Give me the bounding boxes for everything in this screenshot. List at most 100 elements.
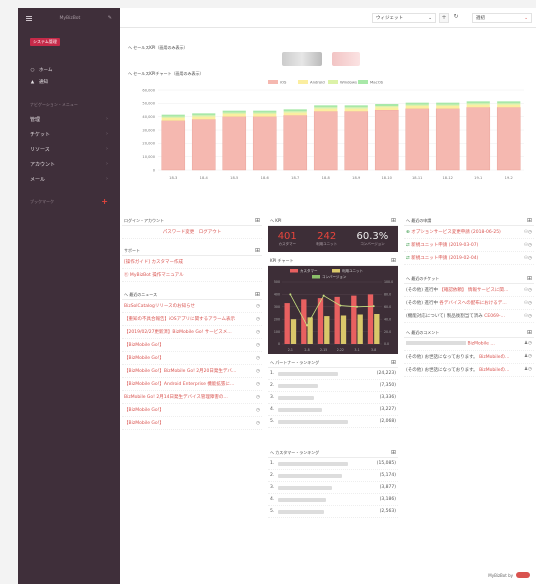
support-link[interactable]: [操作ガイド] カスタマー作成 <box>122 256 262 269</box>
chart-bar[interactable] <box>497 103 521 105</box>
chart-bar[interactable] <box>192 115 216 117</box>
request-item[interactable]: ⇄ 新規ユニット申請 (2019-02-04) ⚇◷ <box>404 252 534 265</box>
pin-icon[interactable]: ✎ <box>108 15 112 21</box>
grid-icon[interactable]: ⊞ <box>255 217 260 224</box>
chart-bar[interactable] <box>344 108 368 112</box>
ranking-row[interactable]: 1. (15,085) <box>268 458 398 470</box>
comment-item[interactable]: (その他) お世話になっております。 BizMobileの… ♟◷ <box>404 364 534 377</box>
ranking-row[interactable]: 5. (2,563) <box>268 506 398 518</box>
chart-bar[interactable] <box>313 111 338 171</box>
chart-bar[interactable] <box>466 103 490 105</box>
account-links[interactable]: パスワード変更 ログアウト <box>122 226 262 239</box>
conversion-point[interactable] <box>356 305 358 308</box>
chart-bar[interactable] <box>284 303 290 344</box>
ranking-row[interactable]: 1. (24,223) <box>268 368 398 380</box>
refresh-icon[interactable]: ↻ <box>451 13 461 23</box>
sidebar-item-resources[interactable]: リソース › <box>18 142 120 157</box>
chart-bar[interactable] <box>405 108 430 171</box>
ticket-item[interactable]: (その他) 進行中 【確認依頼】 情報サービスに関… ⚇◷ <box>404 284 534 297</box>
news-item[interactable]: 【BizMobile Go!】BizMobile Go! 2月20日発生デバ… ◷ <box>122 365 262 378</box>
chart-bar[interactable] <box>222 110 246 113</box>
chart-bar[interactable] <box>161 120 186 171</box>
chart-bar[interactable] <box>192 116 216 120</box>
chart-bar[interactable] <box>161 116 185 118</box>
chart-bar[interactable] <box>375 107 399 110</box>
chart-bar[interactable] <box>324 316 330 344</box>
sidebar-item-accounts[interactable]: アカウント › <box>18 157 120 172</box>
grid-icon[interactable]: ⊞ <box>527 217 532 224</box>
chart-bar[interactable] <box>466 101 490 104</box>
support-link[interactable]: ⑪ MyBizBot 操作マニュアル <box>122 269 262 282</box>
chart-bar[interactable] <box>405 104 429 106</box>
chart-bar[interactable] <box>497 104 521 108</box>
grid-icon[interactable]: ⊞ <box>527 329 532 336</box>
grid-icon[interactable]: ⊞ <box>391 257 396 264</box>
chart-bar[interactable] <box>290 319 297 344</box>
sales-kpi-title[interactable]: へ セールスKPI（画用のみ表示） <box>120 45 188 51</box>
news-item[interactable]: 【BizMobile Go!】Android Enterprise 機能拡張に…… <box>122 378 262 391</box>
request-item[interactable]: ⊕ オプションサービス変更申請 (2018-06-25) ⚇◷ <box>404 226 534 239</box>
chart-bar[interactable] <box>192 113 216 116</box>
conversion-point[interactable] <box>289 293 292 296</box>
conversion-point[interactable] <box>372 305 375 308</box>
sidebar-item-tickets[interactable]: チケット › <box>18 127 120 142</box>
system-admin-badge[interactable]: システム管理 <box>30 38 60 46</box>
news-item[interactable]: 【重知の不具合報告】iOSアプリに関するアラーム表示 ◷ <box>122 313 262 326</box>
chart-bar[interactable] <box>374 109 399 171</box>
chart-bar[interactable] <box>344 107 368 109</box>
chart-bar[interactable] <box>301 299 307 344</box>
chart-bar[interactable] <box>253 110 277 113</box>
sales-kpi-chart-title[interactable]: へ セールスKPIチャート（画用のみ表示） <box>120 71 203 77</box>
grid-icon[interactable]: ⊞ <box>255 291 260 298</box>
grid-icon[interactable]: ⊞ <box>391 359 396 366</box>
grid-icon[interactable]: ⊞ <box>391 217 396 224</box>
comment-item[interactable]: BizMobile … ♟◷ <box>404 338 534 351</box>
news-item[interactable]: BizMobile Go! 2月14日発生デバイス管理障害の… ◷ <box>122 391 262 404</box>
comment-item[interactable]: (その他) お世話になっております。 BizMobileの… ♟◷ <box>404 351 534 364</box>
news-item[interactable]: 【BizMobile Go!】 ◷ <box>122 339 262 352</box>
chart-bar[interactable] <box>253 114 277 117</box>
chart-bar[interactable] <box>283 112 307 116</box>
chart-bar[interactable] <box>314 108 338 112</box>
chart-bar[interactable] <box>222 112 246 114</box>
grid-icon[interactable]: ⊞ <box>527 275 532 282</box>
news-item[interactable]: BizSolCatalogリリースのお知らせ ◷ <box>122 300 262 313</box>
chart-bar[interactable] <box>375 106 399 108</box>
ranking-row[interactable]: 5. (2,068) <box>268 416 398 428</box>
ticket-item[interactable]: (その他) 進行中 各デバイスへの配布におけるデ… ⚇◷ <box>404 297 534 310</box>
chart-bar[interactable] <box>222 114 246 117</box>
chart-bar[interactable] <box>340 315 347 344</box>
chart-bar[interactable] <box>344 111 369 171</box>
chart-bar[interactable] <box>497 101 521 104</box>
chart-bar[interactable] <box>374 313 380 344</box>
chart-bar[interactable] <box>466 107 491 171</box>
ranking-row[interactable]: 2. (5,174) <box>268 470 398 482</box>
chart-bar[interactable] <box>314 105 338 108</box>
ranking-row[interactable]: 3. (3,336) <box>268 392 398 404</box>
widget-select[interactable]: ウィジェット ⌄ <box>372 13 436 23</box>
sidebar-item-mail[interactable]: メール › <box>18 172 120 187</box>
request-item[interactable]: ⇄ 新規ユニット申請 (2019-03-07) ⚇◷ <box>404 239 534 252</box>
chart-bar[interactable] <box>436 106 460 109</box>
period-select[interactable]: 週初 ⌄ <box>472 13 532 23</box>
chart-bar[interactable] <box>496 107 521 171</box>
chart-bar[interactable] <box>191 119 216 171</box>
sidebar-item-notifications[interactable]: ▲ 通知 <box>18 76 120 88</box>
sidebar-item-admin[interactable]: 管理 › <box>18 112 120 127</box>
chart-bar[interactable] <box>466 104 490 108</box>
chart-bar[interactable] <box>436 102 460 105</box>
conversion-point[interactable] <box>339 304 342 307</box>
news-item[interactable]: 【2019/02/27更新済】BizMobile Go! サービスメ… ◷ <box>122 326 262 339</box>
chart-bar[interactable] <box>307 317 313 344</box>
chart-bar[interactable] <box>283 115 308 171</box>
chart-bar[interactable] <box>161 114 185 117</box>
chart-bar[interactable] <box>351 295 357 344</box>
add-widget-button[interactable]: + <box>439 13 449 23</box>
ranking-row[interactable]: 3. (3,877) <box>268 482 398 494</box>
chart-bar[interactable] <box>405 102 429 105</box>
chart-bar[interactable] <box>314 107 338 109</box>
chart-bar[interactable] <box>161 118 185 121</box>
news-item[interactable]: 【BizMobile Go!】 ◷ <box>122 352 262 365</box>
news-item[interactable]: 【BizMobile Go!】 ◷ <box>122 404 262 417</box>
chart-bar[interactable] <box>435 108 460 171</box>
